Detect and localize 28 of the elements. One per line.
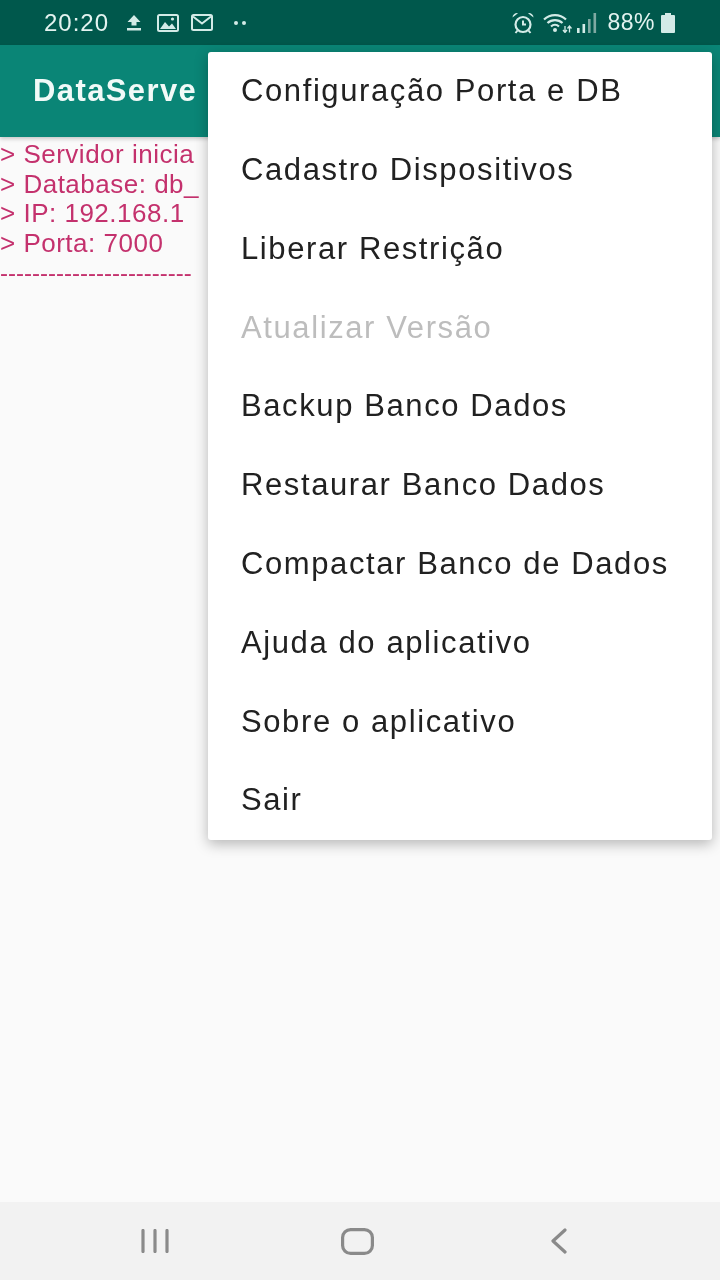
upload-icon [126,14,143,31]
home-icon[interactable] [341,1227,374,1255]
menu-item[interactable]: Ajuda do aplicativo [208,603,712,683]
app-title: DataServe [33,71,198,110]
wifi-icon [543,12,573,33]
menu-item[interactable]: Backup Banco Dados [208,367,712,446]
menu-item[interactable]: Liberar Restrição [208,209,712,289]
log-separator: ------------------------ [0,258,192,288]
menu-item[interactable]: Restaurar Banco Dados [208,446,712,525]
image-icon [157,13,180,32]
menu-item[interactable]: Compactar Banco de Dados [208,524,712,604]
alarm-clock-icon [511,11,536,34]
mail-icon [191,14,214,31]
menu-item[interactable]: Configuração Porta e DB [208,52,712,131]
battery-icon [661,12,675,33]
status-time: 20:20 [44,10,110,35]
log-line: > Database: db_ [0,169,200,199]
menu-item[interactable]: Sair [208,761,712,840]
back-icon[interactable] [550,1228,567,1254]
menu-item[interactable]: Sobre o aplicativo [208,682,712,762]
signal-icon [577,12,598,33]
battery-percent: 88% [607,11,655,34]
log-line: > Servidor inicia [0,140,195,170]
recent-apps-icon[interactable] [140,1229,170,1253]
menu-item[interactable]: Cadastro Dispositivos [208,130,712,210]
log-line: > Porta: 7000 [0,228,164,258]
more-dots-icon [234,20,247,25]
log-line: > IP: 192.168.1 [0,199,185,229]
